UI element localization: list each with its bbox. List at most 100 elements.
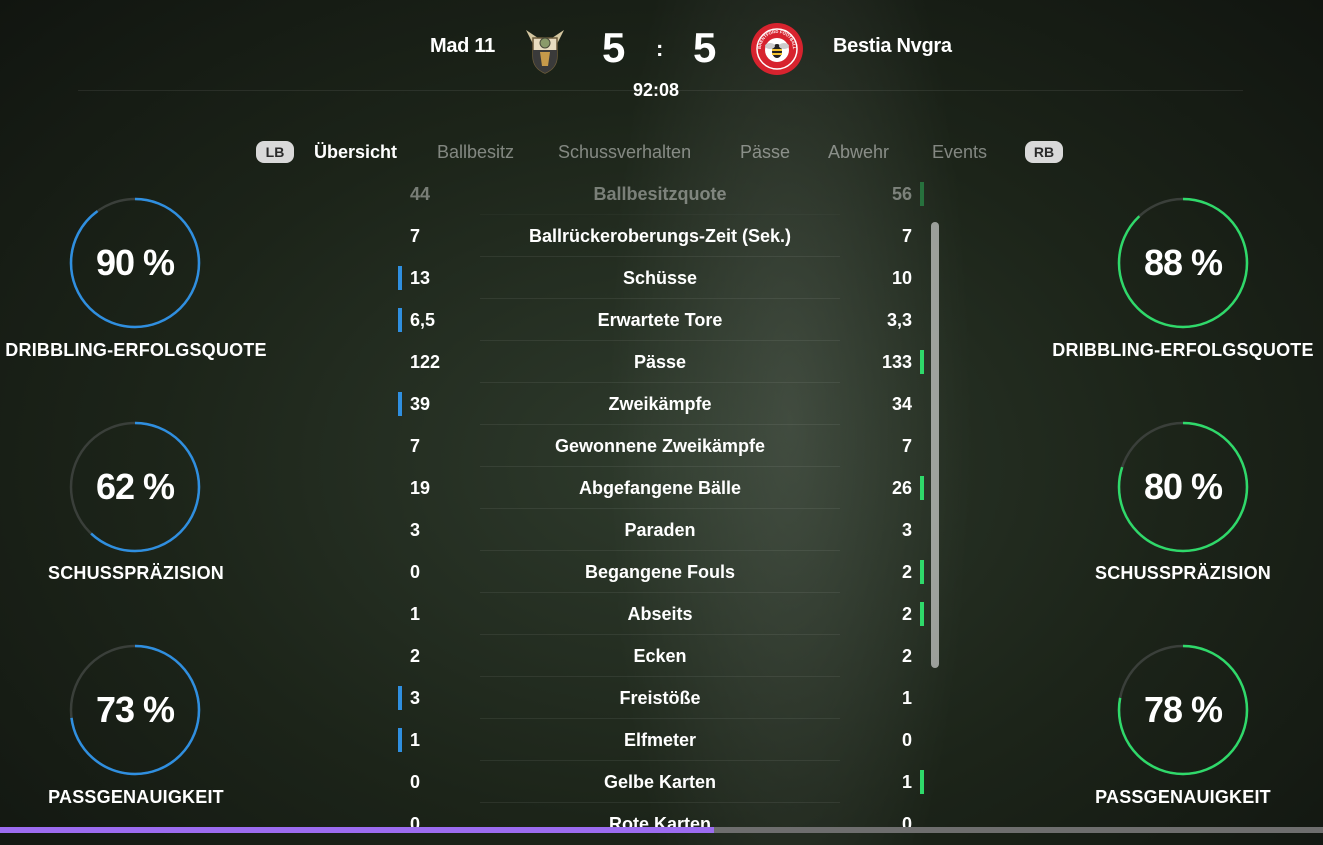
home-lead-indicator xyxy=(398,308,402,332)
away-lead-indicator xyxy=(920,350,924,374)
stat-home-value: 0 xyxy=(410,562,421,582)
away-lead-indicator xyxy=(920,602,924,626)
home-lead-indicator xyxy=(398,686,402,710)
home-lead-indicator xyxy=(398,266,402,290)
stat-home-value: 13 xyxy=(410,268,431,288)
stat-label: Schüsse xyxy=(622,268,698,288)
stat-label: Abgefangene Bälle xyxy=(578,478,742,498)
stat-away-value: 3 xyxy=(901,520,912,540)
home-gauge-pass-accuracy: 73 % xyxy=(68,643,202,777)
stat-row: 39 Zweikämpfe 34 xyxy=(396,383,928,425)
away-team-crest-icon: BRENTFORD FOOTBALL CLUB xyxy=(750,22,803,75)
stat-home-value: 3 xyxy=(410,520,421,540)
stat-home-value: 1 xyxy=(410,730,421,750)
stat-away-value: 1 xyxy=(901,688,912,708)
tab-schussverhalten[interactable]: Schussverhalten xyxy=(558,142,691,163)
stat-row: 1 Elfmeter 0 xyxy=(396,719,928,761)
gauge-value: 80 % xyxy=(1143,466,1223,507)
stat-row: 7 Ballrückeroberungs-Zeit (Sek.) 7 xyxy=(396,215,928,257)
away-lead-indicator xyxy=(920,182,924,206)
home-team-crest-icon xyxy=(526,30,564,74)
stat-away-value: 56 xyxy=(891,184,912,204)
stat-away-value: 7 xyxy=(901,436,912,456)
stat-label: Gelbe Karten xyxy=(603,772,717,792)
gauge-value: 62 % xyxy=(95,466,175,507)
stat-row: 19 Abgefangene Bälle 26 xyxy=(396,467,928,509)
stat-away-value: 7 xyxy=(901,226,912,246)
stat-label: Ballbesitzquote xyxy=(593,184,727,204)
score-separator: : xyxy=(656,36,664,61)
home-score: 5 xyxy=(602,24,626,71)
stat-home-value: 1 xyxy=(410,604,421,624)
away-gauge-label-dribbling: DRIBBLING-ERFOLGSQUOTE xyxy=(1052,340,1314,360)
stat-label: Pässe xyxy=(633,352,687,372)
stat-away-value: 2 xyxy=(901,604,912,624)
stat-away-value: 3,3 xyxy=(886,310,912,330)
stat-away-value: 133 xyxy=(881,352,912,372)
away-lead-indicator xyxy=(920,770,924,794)
stat-home-value: 7 xyxy=(410,436,421,456)
home-lead-indicator xyxy=(398,728,402,752)
stat-label: Ecken xyxy=(633,646,687,666)
match-header: Mad 11 5 : 5 BRENTFORD FOOTBALL CLUB Bes… xyxy=(0,0,1323,110)
away-gauge-label-shot-accuracy: SCHUSSPRÄZISION xyxy=(1094,563,1272,583)
stat-home-value: 0 xyxy=(410,814,421,828)
stat-label: Erwartete Tore xyxy=(597,310,723,330)
away-team-name: Bestia Nvgra xyxy=(833,35,952,57)
stat-home-value: 44 xyxy=(410,184,431,204)
stat-label: Begangene Fouls xyxy=(584,562,736,582)
stat-home-value: 2 xyxy=(410,646,421,666)
stat-away-value: 2 xyxy=(901,562,912,582)
home-lead-indicator xyxy=(398,392,402,416)
gauge-value: 78 % xyxy=(1143,689,1223,730)
home-team-name: Mad 11 xyxy=(430,35,495,57)
home-gauge-dribbling: 90 % xyxy=(68,196,202,330)
lb-button-icon[interactable]: LB xyxy=(256,141,294,163)
stat-row: 3 Paraden 3 xyxy=(396,509,928,551)
stats-scrollbar[interactable] xyxy=(931,222,939,668)
tab-events[interactable]: Events xyxy=(932,142,987,163)
away-gauge-dribbling: 88 % xyxy=(1116,196,1250,330)
tab-paesse[interactable]: Pässe xyxy=(740,142,790,163)
away-gauge-label-pass-accuracy: PASSGENAUIGKEIT xyxy=(1095,787,1271,807)
stat-row: 1 Abseits 2 xyxy=(396,593,928,635)
stat-home-value: 3 xyxy=(410,688,421,708)
away-score: 5 xyxy=(693,24,717,71)
stat-label: Freistöße xyxy=(619,688,701,708)
tab-ballbesitz[interactable]: Ballbesitz xyxy=(437,142,514,163)
tab-uebersicht[interactable]: Übersicht xyxy=(314,142,397,163)
stat-label: Abseits xyxy=(627,604,693,624)
header-divider xyxy=(78,90,1243,91)
stat-home-value: 19 xyxy=(410,478,431,498)
stat-away-value: 26 xyxy=(891,478,912,498)
home-gauge-label-shot-accuracy: SCHUSSPRÄZISION xyxy=(47,563,225,583)
stat-away-value: 0 xyxy=(901,730,912,750)
stat-row: 7 Gewonnene Zweikämpfe 7 xyxy=(396,425,928,467)
stat-label: Paraden xyxy=(624,520,696,540)
home-gauge-label-dribbling: DRIBBLING-ERFOLGSQUOTE xyxy=(5,340,267,360)
stat-away-value: 1 xyxy=(901,772,912,792)
match-stats-list[interactable]: 44 Ballbesitzquote 56 7 Ballrückeroberungs-Z… xyxy=(396,173,928,828)
away-gauge-pass-accuracy: 78 % xyxy=(1116,643,1250,777)
stat-row: 13 Schüsse 10 xyxy=(396,257,928,299)
stat-row: 122 Pässe 133 xyxy=(396,341,928,383)
stat-row: 0 Gelbe Karten 1 xyxy=(396,761,928,803)
home-gauge-shot-accuracy: 62 % xyxy=(68,420,202,554)
away-lead-indicator xyxy=(920,560,924,584)
video-progress-fill xyxy=(0,827,715,833)
stat-label: Gewonnene Zweikämpfe xyxy=(554,436,766,456)
stat-row: 2 Ecken 2 xyxy=(396,635,928,677)
stat-row: 44 Ballbesitzquote 56 xyxy=(396,173,928,215)
stat-away-value: 0 xyxy=(901,814,912,828)
stat-home-value: 6,5 xyxy=(410,310,436,330)
stat-label: Ballrückeroberungs-Zeit (Sek.) xyxy=(528,226,792,246)
stat-home-value: 0 xyxy=(410,772,421,792)
rb-button-icon[interactable]: RB xyxy=(1025,141,1063,163)
tab-abwehr[interactable]: Abwehr xyxy=(828,142,889,163)
gauge-value: 73 % xyxy=(95,689,175,730)
gauge-value: 90 % xyxy=(95,242,175,283)
stat-row: 3 Freistöße 1 xyxy=(396,677,928,719)
stat-row: 0 Rote Karten 0 xyxy=(396,803,928,828)
stat-row: 6,5 Erwartete Tore 3,3 xyxy=(396,299,928,341)
stat-away-value: 34 xyxy=(891,394,912,414)
